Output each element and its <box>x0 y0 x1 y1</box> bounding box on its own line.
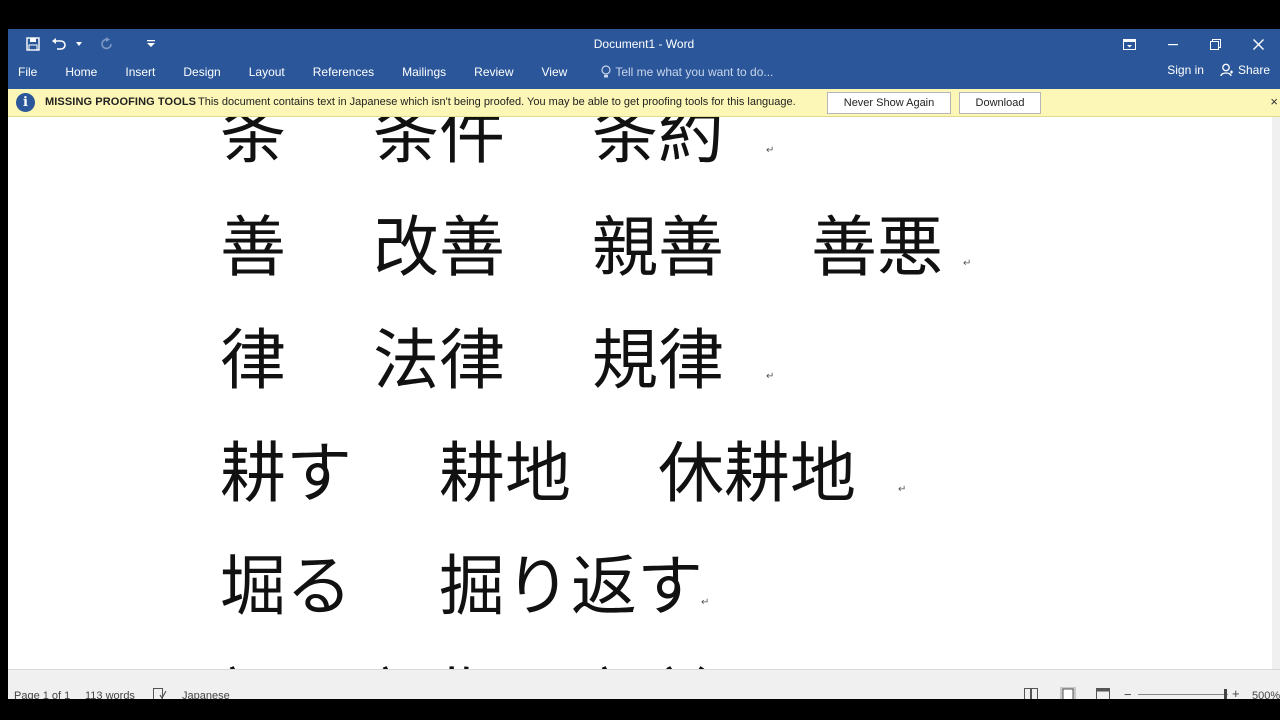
ribbon-display-options-icon[interactable] <box>1108 31 1151 57</box>
tab-mailings[interactable]: Mailings <box>402 63 446 81</box>
message-text: This document contains text in Japanese … <box>198 96 796 108</box>
close-icon[interactable] <box>1237 31 1280 57</box>
paragraph-mark: ↵ <box>766 145 775 156</box>
account-actions: Sign in Share <box>1167 63 1270 77</box>
print-layout-icon[interactable] <box>1060 687 1076 699</box>
page-count[interactable]: Page 1 of 1 <box>14 690 70 699</box>
tab-view[interactable]: View <box>542 63 568 81</box>
word: 耕す <box>220 435 352 512</box>
tab-layout[interactable]: Layout <box>249 63 285 81</box>
zoom-slider-thumb[interactable] <box>1224 689 1227 699</box>
tell-me-box[interactable]: Tell me what you want to do... <box>601 63 801 81</box>
word: 規律 <box>591 322 724 399</box>
zoom-in-icon[interactable]: + <box>1232 686 1240 699</box>
word: 条 <box>220 117 286 173</box>
word: 法律 <box>372 322 505 399</box>
tab-insert[interactable]: Insert <box>125 63 155 81</box>
zoom-out-icon[interactable]: − <box>1124 687 1132 699</box>
minimize-icon[interactable] <box>1151 31 1194 57</box>
paragraph-mark: ↵ <box>963 258 972 269</box>
word: 証拠 <box>373 660 505 669</box>
word: 掘り返す <box>438 548 703 625</box>
tell-me-text: Tell me what you want to do... <box>615 65 774 79</box>
word: 条件 <box>372 117 505 173</box>
paragraph-mark: ↵ <box>898 484 907 495</box>
message-bar: i MISSING PROOFING TOOLS This document c… <box>8 89 1280 117</box>
web-layout-icon[interactable] <box>1096 688 1110 699</box>
proofing-icon[interactable] <box>153 688 167 699</box>
title-bar: Document1 - Word File Home Insert Design… <box>8 29 1280 89</box>
word: 堀る <box>220 548 352 625</box>
word-window: Document1 - Word File Home Insert Design… <box>8 29 1280 699</box>
tab-home[interactable]: Home <box>65 63 97 81</box>
restore-icon[interactable] <box>1194 31 1237 57</box>
tab-references[interactable]: References <box>313 63 374 81</box>
document-line: 堀る 掘り返す <box>220 547 703 627</box>
tab-review[interactable]: Review <box>474 63 513 81</box>
word-count[interactable]: 113 words <box>85 690 135 699</box>
language-indicator[interactable]: Japanese <box>182 690 230 699</box>
document-line: 条 条件 条約 <box>220 117 724 175</box>
paragraph-mark: ↵ <box>701 597 710 608</box>
read-mode-icon[interactable] <box>1024 688 1038 699</box>
document-line: 善 改善 親善 善悪 <box>220 208 943 288</box>
word: 証 <box>220 660 286 669</box>
window-title: Document1 - Word <box>593 37 695 51</box>
lightbulb-icon <box>601 65 611 78</box>
ribbon-tabs: File Home Insert Design Layout Reference… <box>18 63 801 81</box>
document-page[interactable]: 条 条件 条約 ↵ 善 改善 親善 善悪 ↵ 律 法律 規律 ↵ 耕す 耕地 休… <box>8 117 1272 669</box>
document-line: 律 法律 規律 <box>220 321 724 401</box>
share-button[interactable]: Share <box>1220 63 1270 77</box>
word: 改善 <box>372 209 505 286</box>
person-icon <box>1220 63 1233 77</box>
tab-file[interactable]: File <box>18 63 37 81</box>
status-bar: Page 1 of 1 113 words Japanese − + 500% <box>8 669 1280 699</box>
sign-in-link[interactable]: Sign in <box>1167 63 1204 77</box>
word: 耕地 <box>438 435 571 512</box>
message-close-icon[interactable]: × <box>1270 94 1278 109</box>
download-button[interactable]: Download <box>959 92 1041 114</box>
tab-design[interactable]: Design <box>183 63 220 81</box>
info-icon: i <box>16 93 35 112</box>
document-line: 証 証拠 証論 <box>220 660 724 669</box>
word: 律 <box>220 322 286 399</box>
paragraph-mark: ↵ <box>766 371 775 382</box>
window-controls <box>1108 31 1280 57</box>
document-line: 耕す 耕地 休耕地 <box>220 434 856 514</box>
word: 休耕地 <box>657 435 856 512</box>
zoom-slider[interactable] <box>1138 694 1228 695</box>
word: 善悪 <box>810 209 943 286</box>
never-show-again-button[interactable]: Never Show Again <box>827 92 951 114</box>
share-label: Share <box>1237 63 1270 77</box>
word: 証論 <box>592 660 724 669</box>
vertical-scrollbar[interactable] <box>1272 117 1280 669</box>
word: 条約 <box>591 117 724 173</box>
zoom-level[interactable]: 500% <box>1252 690 1280 699</box>
word: 善 <box>220 209 286 286</box>
word: 親善 <box>591 209 724 286</box>
message-title: MISSING PROOFING TOOLS <box>45 96 197 108</box>
